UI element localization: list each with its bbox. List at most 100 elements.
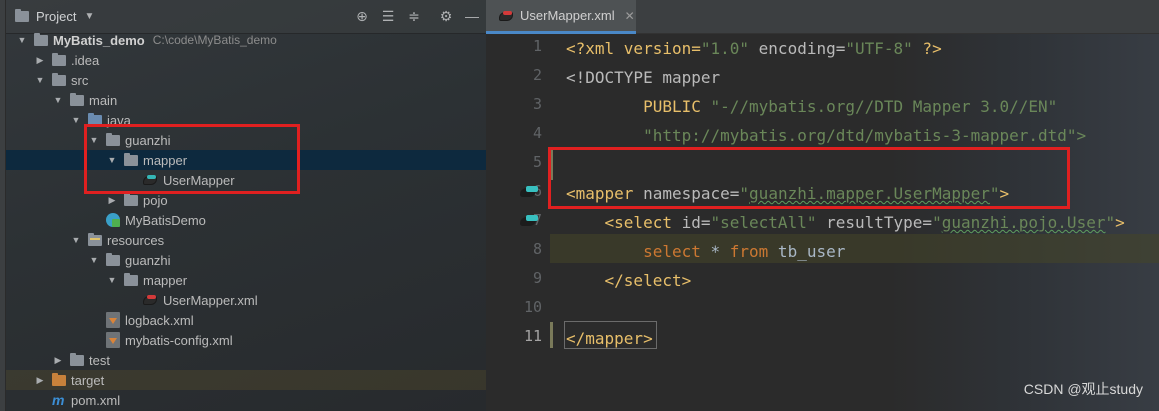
code-line-1: <?xml version="1.0" encoding="UTF-8" ?> — [566, 34, 942, 63]
tree-node-mybatis-config-xml[interactable]: mybatis-config.xml — [6, 330, 486, 350]
folder-icon — [70, 352, 84, 366]
brace-match-box — [564, 321, 657, 349]
tree-node-label: pojo — [143, 192, 168, 208]
xml-file-icon — [106, 312, 120, 328]
maven-icon: m — [52, 392, 65, 408]
code-token: PUBLIC — [566, 97, 711, 116]
line-number: 10 — [523, 298, 542, 316]
code-token: from — [729, 242, 769, 261]
tree-node-label: MyBatis_demo — [53, 32, 145, 48]
tree-node-label: mybatis-config.xml — [125, 332, 233, 348]
project-folder-icon — [14, 9, 30, 25]
tree-node-pom-xml[interactable]: m pom.xml — [6, 390, 486, 410]
line-number: 5 — [532, 153, 542, 171]
tree-node-idea[interactable]: ▶ .idea — [6, 50, 486, 70]
chevron-down-icon[interactable]: ▼ — [70, 235, 82, 245]
tree-node-label: src — [71, 72, 89, 88]
code-token: </select> — [566, 271, 692, 290]
code-token: tb_user — [768, 242, 846, 261]
code-token: resultType= — [816, 213, 933, 232]
panel-toolbar: ⊕ ☰ ≑ ⚙ — — [354, 8, 480, 25]
chevron-right-icon[interactable]: ▶ — [34, 55, 46, 66]
gear-icon[interactable]: ⚙ — [438, 8, 454, 24]
line-number: 11 — [523, 327, 542, 345]
line-number: 9 — [532, 269, 542, 287]
code-line-9: </select> — [566, 266, 692, 295]
panel-title[interactable]: Project — [36, 9, 76, 24]
tree-node-project-root[interactable]: ▼ MyBatis_demo C:\code\MyBatis_demo — [6, 30, 486, 50]
line-number: 1 — [532, 37, 542, 55]
module-folder-icon — [34, 32, 48, 46]
chevron-down-icon[interactable]: ▼ — [106, 275, 118, 285]
annotation-box-tree — [84, 124, 300, 194]
code-token: <?xml version= — [566, 39, 701, 58]
code-token: " — [932, 213, 942, 232]
chevron-down-icon[interactable]: ▼ — [84, 11, 94, 22]
chevron-down-icon[interactable]: ▼ — [70, 115, 82, 125]
code-token: ?> — [912, 39, 942, 58]
close-icon[interactable]: ✕ — [625, 9, 635, 23]
mybatis-navigate-icon[interactable] — [518, 185, 540, 201]
minimize-icon[interactable]: — — [464, 8, 480, 24]
line-number: 8 — [532, 240, 542, 258]
line-number: 4 — [532, 124, 542, 142]
excluded-folder-icon — [52, 372, 66, 386]
tree-node-mapper-resources[interactable]: ▼ mapper — [6, 270, 486, 290]
chevron-right-icon[interactable]: ▶ — [52, 355, 64, 366]
tree-node-test[interactable]: ▶ test — [6, 350, 486, 370]
line-number-gutter: 1 2 3 4 5 6 7 8 9 10 11 — [486, 34, 550, 411]
code-line-2: <!DOCTYPE mapper — [566, 63, 720, 92]
tab-usermapper-xml[interactable]: UserMapper.xml ✕ — [486, 0, 636, 34]
project-panel: Project ▼ ⊕ ☰ ≑ ⚙ — ▼ MyBatis_demo C:\co… — [6, 0, 486, 411]
code-token: "http://mybatis.org/dtd/mybatis-3-mapper… — [566, 126, 1087, 145]
folder-icon — [70, 92, 84, 106]
code-line-7: <select id="selectAll" resultType="guanz… — [566, 208, 1125, 237]
code-token: select — [643, 242, 701, 261]
editor-tab-bar: UserMapper.xml ✕ — [486, 0, 1159, 34]
package-icon — [124, 192, 138, 206]
code-token: encoding= — [749, 39, 846, 58]
code-line-3: PUBLIC "-//mybatis.org//DTD Mapper 3.0//… — [566, 92, 1057, 121]
mybatis-navigate-icon[interactable] — [518, 214, 540, 230]
code-token: "1.0" — [700, 39, 750, 58]
java-class-icon — [106, 213, 120, 227]
tree-node-target[interactable]: ▶ target — [6, 370, 486, 390]
chevron-down-icon[interactable]: ▼ — [16, 35, 28, 45]
expand-all-icon[interactable]: ☰ — [380, 8, 396, 24]
chevron-down-icon[interactable]: ▼ — [34, 75, 46, 85]
tree-node-logback-xml[interactable]: logback.xml — [6, 310, 486, 330]
tree-node-label: pom.xml — [71, 392, 121, 408]
tree-node-label: test — [89, 352, 110, 368]
locate-icon[interactable]: ⊕ — [354, 8, 370, 24]
folder-icon — [52, 72, 66, 86]
mybatis-xml-icon — [498, 10, 514, 22]
resources-folder-icon — [88, 232, 102, 246]
tree-node-resources[interactable]: ▼ resources — [6, 230, 486, 250]
chevron-down-icon[interactable]: ▼ — [88, 255, 100, 265]
code-line-8: select * from tb_user — [566, 237, 845, 266]
tree-node-main[interactable]: ▼ main — [6, 90, 486, 110]
chevron-down-icon[interactable]: ▼ — [52, 95, 64, 105]
tree-node-src[interactable]: ▼ src — [6, 70, 486, 90]
tree-node-usermapper-xml[interactable]: UserMapper.xml — [6, 290, 486, 310]
tree-node-guanzhi-resources[interactable]: ▼ guanzhi — [6, 250, 486, 270]
tree-node-label: logback.xml — [125, 312, 194, 328]
code-token: "selectAll" — [710, 213, 817, 232]
collapse-all-icon[interactable]: ≑ — [406, 8, 422, 24]
code-token: <!DOCTYPE mapper — [566, 68, 721, 87]
code-token: <select — [604, 213, 672, 232]
tree-node-label: main — [89, 92, 118, 108]
project-panel-header: Project ▼ ⊕ ☰ ≑ ⚙ — — [6, 0, 486, 34]
tree-node-label: resources — [107, 232, 165, 248]
code-token: > — [1115, 213, 1125, 232]
folder-icon — [124, 272, 138, 286]
chevron-right-icon[interactable]: ▶ — [106, 195, 118, 206]
chevron-right-icon[interactable]: ▶ — [34, 375, 46, 386]
watermark: CSDN @观止study — [1023, 381, 1143, 397]
code-area[interactable]: <?xml version="1.0" encoding="UTF-8" ?> … — [550, 34, 1159, 411]
folder-icon — [106, 252, 120, 266]
code-token: * — [700, 242, 730, 261]
tab-label: UserMapper.xml — [520, 8, 615, 23]
tree-node-mybatisdemo[interactable]: MyBatisDemo — [6, 210, 486, 230]
